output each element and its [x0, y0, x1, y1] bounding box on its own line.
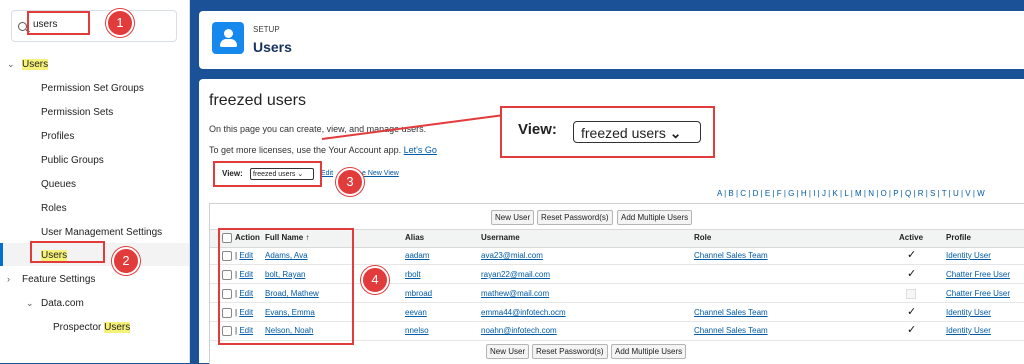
reset-password-button[interactable]: Reset Password(s) [537, 210, 613, 225]
callout-badge-4: 4 [361, 266, 389, 294]
zoom-view-select-value: freezed users [581, 125, 666, 141]
chevron-down-icon: ⌄ [669, 125, 682, 141]
sidebar-item-profiles[interactable]: Profiles [41, 131, 74, 142]
add-multiple-users-button-bottom[interactable]: Add Multiple Users [611, 344, 687, 359]
sidebar-item-prospector-users[interactable]: Prospector Users [53, 322, 131, 333]
username-link[interactable]: rayan22@mail.com [481, 270, 550, 279]
callout-search [27, 11, 90, 35]
callout-badge-1: 1 [106, 9, 134, 37]
sidebar-item-permission-sets[interactable]: Permission Sets [41, 107, 113, 118]
license-text-label: To get more licenses, use the Your Accou… [209, 145, 402, 155]
add-multiple-users-button[interactable]: Add Multiple Users [617, 210, 693, 225]
inactive-check-icon [906, 289, 916, 299]
column-profile[interactable]: Profile [946, 233, 971, 242]
license-text: To get more licenses, use the Your Accou… [209, 145, 437, 155]
search-icon [18, 22, 27, 31]
sidebar-item-user-management-settings[interactable]: User Management Settings [41, 227, 162, 238]
sidebar-group-data-com[interactable]: Data.com [41, 298, 84, 309]
zoom-view-label: View: [518, 121, 557, 138]
alias-link[interactable]: eevan [405, 308, 427, 317]
active-check-icon: ✓ [907, 249, 917, 261]
sidebar-item-public-groups[interactable]: Public Groups [41, 155, 104, 166]
sidebar-item-prospector-highlight: Users [104, 322, 131, 333]
alias-link[interactable]: mbroad [405, 289, 432, 298]
reset-password-button-bottom[interactable]: Reset Password(s) [532, 344, 608, 359]
chevron-down-icon[interactable]: ⌄ [26, 298, 34, 309]
chevron-right-icon[interactable]: › [7, 274, 10, 284]
profile-link[interactable]: Identity User [946, 326, 991, 335]
sidebar-group-users[interactable]: Users [22, 59, 49, 70]
edit-view-link[interactable]: Edit [321, 170, 333, 177]
new-user-button-bottom[interactable]: New User [486, 344, 530, 359]
active-check-icon: ✓ [907, 268, 917, 280]
role-link[interactable]: Channel Sales Team [694, 326, 768, 335]
list-view-title: freezed users [209, 92, 306, 109]
column-role[interactable]: Role [694, 233, 711, 242]
alias-link[interactable]: nnelso [405, 326, 429, 335]
sidebar-group-users-label: Users [22, 59, 49, 70]
active-check-icon: ✓ [907, 306, 917, 318]
zoom-view-select: freezed users ⌄ [573, 121, 701, 143]
role-link[interactable]: Channel Sales Team [694, 308, 768, 317]
sidebar-item-roles[interactable]: Roles [41, 203, 67, 214]
page-title: Users [253, 39, 292, 55]
sidebar-item-permission-set-groups[interactable]: Permission Set Groups [41, 83, 144, 94]
callout-badge-3: 3 [336, 168, 364, 196]
lets-go-link[interactable]: Let's Go [404, 145, 437, 155]
sidebar-group-feature-settings[interactable]: Feature Settings [22, 274, 95, 285]
username-link[interactable]: noahn@infotech.com [481, 326, 557, 335]
breadcrumb: SETUP [253, 25, 280, 34]
user-icon [212, 22, 244, 54]
create-new-view-link[interactable]: e New View [362, 170, 399, 177]
active-check-icon: ✓ [907, 324, 917, 336]
alias-link[interactable]: aadam [405, 251, 429, 260]
column-alias[interactable]: Alias [405, 233, 424, 242]
callout-user-rows [218, 228, 354, 345]
profile-link[interactable]: Chatter Free User [946, 289, 1010, 298]
callout-view-select [213, 161, 322, 187]
role-link[interactable]: Channel Sales Team [694, 251, 768, 260]
new-user-button[interactable]: New User [491, 210, 535, 225]
profile-link[interactable]: Identity User [946, 308, 991, 317]
profile-link[interactable]: Chatter Free User [946, 270, 1010, 279]
username-link[interactable]: emma44@infotech.ocm [481, 308, 566, 317]
profile-link[interactable]: Identity User [946, 251, 991, 260]
column-active[interactable]: Active [899, 233, 923, 242]
sidebar-item-prospector-label: Prospector [53, 322, 105, 333]
callout-users-nav [30, 241, 105, 263]
page-header [199, 11, 1024, 69]
alias-link[interactable]: rbolt [405, 270, 421, 279]
callout-badge-2: 2 [112, 247, 140, 275]
username-link[interactable]: ava23@mial.com [481, 251, 543, 260]
sidebar-item-queues[interactable]: Queues [41, 179, 76, 190]
alphabet-filter[interactable]: A | B | C | D | E | F | G | H | I | J | … [717, 189, 985, 198]
username-link[interactable]: mathew@mail.com [481, 289, 549, 298]
column-username[interactable]: Username [481, 233, 520, 242]
chevron-down-icon[interactable]: ⌄ [7, 59, 15, 70]
